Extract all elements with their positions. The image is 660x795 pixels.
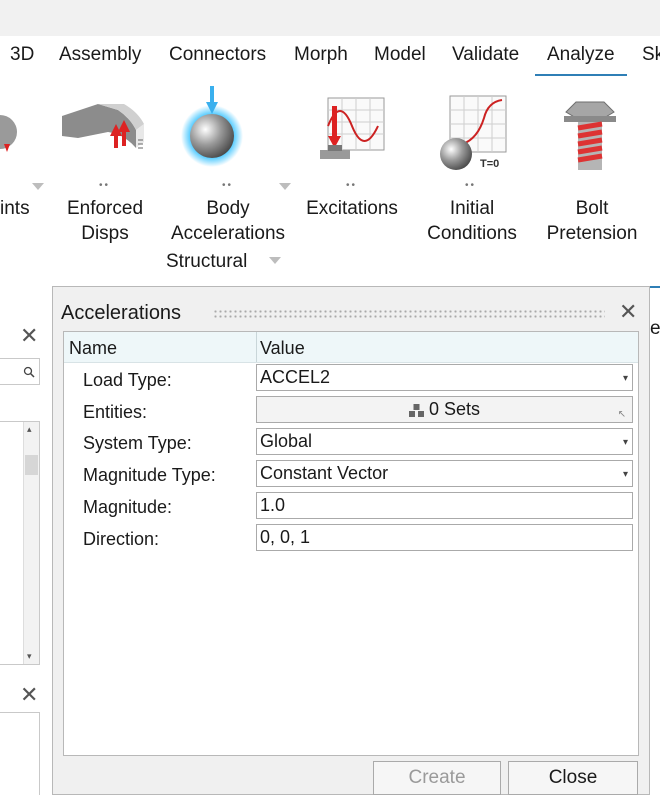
enforced-displacements-icon bbox=[62, 104, 144, 149]
browser-lower-panel bbox=[0, 712, 40, 795]
initial-conditions-dots: •• bbox=[465, 180, 477, 191]
direction-value: 0, 0, 1 bbox=[260, 527, 311, 547]
constraints-icon bbox=[0, 115, 17, 152]
menu-bar: 3D Assembly Connectors Morph Model Valid… bbox=[0, 36, 660, 77]
column-header-name: Name bbox=[69, 338, 118, 358]
body-accelerations-dots: •• bbox=[222, 180, 234, 191]
menu-morph[interactable]: Morph bbox=[294, 44, 348, 66]
body-accelerations-icon bbox=[181, 86, 243, 167]
menu-model[interactable]: Model bbox=[374, 44, 426, 66]
scroll-up-icon[interactable]: ▴ bbox=[27, 424, 32, 435]
close-icon[interactable]: ✕ bbox=[619, 301, 637, 323]
create-button[interactable]: Create bbox=[373, 761, 501, 795]
load-type-value: ACCEL2 bbox=[260, 367, 331, 387]
column-divider[interactable] bbox=[256, 332, 257, 362]
search-icon bbox=[23, 366, 35, 378]
row-label-magnitude-type: Magnitude Type: bbox=[83, 465, 216, 485]
menu-sketch[interactable]: Sk bbox=[642, 44, 660, 66]
enforced-disps-label-line2: Disps bbox=[81, 223, 129, 244]
browser-list-scrollbar[interactable]: ▴ ▾ bbox=[23, 422, 39, 664]
magnitude-type-dropdown[interactable]: Constant Vector ▾ bbox=[256, 460, 633, 487]
chevron-down-icon: ▾ bbox=[622, 469, 628, 480]
excitations-dots: •• bbox=[346, 180, 358, 191]
initial-conditions-label-line2: Conditions bbox=[427, 223, 517, 244]
sets-icon bbox=[408, 404, 424, 417]
body-accelerations-label-line2: Accelerations bbox=[170, 223, 286, 244]
dialog-drag-handle[interactable] bbox=[213, 309, 605, 319]
load-type-dropdown[interactable]: ACCEL2 ▾ bbox=[256, 364, 633, 391]
row-label-direction: Direction: bbox=[83, 529, 160, 549]
menu-assembly[interactable]: Assembly bbox=[59, 44, 141, 66]
enforced-disps-label-line1: Enforced bbox=[66, 198, 144, 219]
initial-conditions-badge: T=0 bbox=[480, 158, 500, 170]
constraints-dropdown-arrow[interactable] bbox=[32, 183, 44, 190]
magnitude-input[interactable]: 1.0 bbox=[256, 492, 633, 519]
system-type-value: Global bbox=[260, 431, 313, 451]
entities-value: 0 Sets bbox=[428, 399, 481, 419]
bolt-pretension-label: Bolt Pretension bbox=[538, 196, 646, 246]
bolt-pretension-label-line2: Pretension bbox=[546, 223, 638, 244]
initial-conditions-label: Initial Conditions bbox=[418, 196, 526, 246]
magnitude-type-value: Constant Vector bbox=[260, 463, 389, 483]
right-edge-text: e bbox=[650, 318, 660, 339]
body-accelerations-label: Body Accelerations bbox=[162, 196, 294, 246]
cursor-arrow-icon: ↖ bbox=[617, 409, 626, 420]
magnitude-value: 1.0 bbox=[260, 495, 286, 515]
menu-3d[interactable]: 3D bbox=[10, 44, 34, 66]
grid-header: Name Value bbox=[64, 332, 638, 363]
row-label-load-type: Load Type: bbox=[83, 370, 172, 390]
enforced-disps-label: Enforced Disps bbox=[58, 196, 152, 246]
dialog-title: Accelerations bbox=[61, 302, 182, 324]
menu-connectors[interactable]: Connectors bbox=[169, 44, 266, 66]
direction-input[interactable]: 0, 0, 1 bbox=[256, 524, 633, 551]
ribbon: ints •• Enforced Disps •• Body Accelerat… bbox=[0, 76, 660, 286]
row-label-system-type: System Type: bbox=[83, 433, 192, 453]
title-bar bbox=[0, 0, 660, 36]
column-header-value: Value bbox=[260, 338, 305, 358]
close-icon[interactable]: ✕ bbox=[20, 325, 38, 347]
row-label-entities: Entities: bbox=[83, 402, 148, 422]
excitations-label: Excitations bbox=[306, 198, 398, 219]
constraints-label: ints bbox=[0, 198, 30, 219]
bolt-pretension-icon bbox=[564, 101, 616, 170]
close-icon[interactable]: ✕ bbox=[20, 684, 38, 706]
chevron-down-icon: ▾ bbox=[622, 373, 628, 384]
menu-analyze[interactable]: Analyze bbox=[535, 44, 627, 77]
close-button[interactable]: Close bbox=[508, 761, 638, 795]
entities-selector[interactable]: 0 Sets ↖ bbox=[256, 396, 633, 423]
bolt-pretension-label-line1: Bolt bbox=[575, 198, 609, 219]
chevron-down-icon: ▾ bbox=[622, 437, 628, 448]
row-label-magnitude: Magnitude: bbox=[83, 497, 173, 517]
accelerations-dialog: Accelerations ✕ Name Value Load Type: AC… bbox=[52, 286, 650, 795]
scrollbar-thumb[interactable] bbox=[25, 455, 38, 475]
body-accelerations-label-line1: Body bbox=[206, 198, 250, 219]
ribbon-accent-edge bbox=[650, 286, 660, 288]
browser-list[interactable]: ▴ ▾ bbox=[0, 421, 40, 665]
structural-dropdown-arrow[interactable] bbox=[269, 257, 281, 264]
initial-conditions-label-line1: Initial bbox=[449, 198, 495, 219]
property-grid: Name Value Load Type: ACCEL2 ▾ Entities:… bbox=[63, 331, 639, 756]
body-accelerations-dropdown-arrow[interactable] bbox=[279, 183, 291, 190]
excitations-icon bbox=[320, 97, 385, 159]
browser-search-input[interactable] bbox=[0, 358, 40, 385]
system-type-dropdown[interactable]: Global ▾ bbox=[256, 428, 633, 455]
menu-validate[interactable]: Validate bbox=[452, 44, 519, 66]
enforced-disps-dots: •• bbox=[99, 180, 111, 191]
scroll-down-icon[interactable]: ▾ bbox=[27, 651, 32, 662]
ribbon-group-structural[interactable]: Structural bbox=[166, 249, 247, 274]
